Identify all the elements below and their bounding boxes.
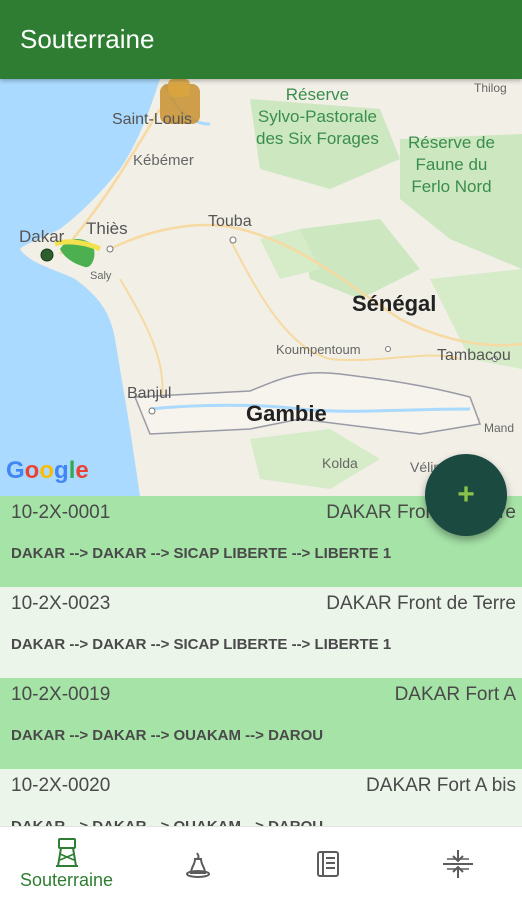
- well-row[interactable]: 10-2X-0023 DAKAR Front de Terre DAKAR --> …: [0, 587, 522, 678]
- well-row[interactable]: 10-2X-0020 DAKAR Fort A bis DAKAR --> DAKA…: [0, 769, 522, 828]
- add-icon: +: [457, 478, 475, 511]
- ledger-icon: [317, 851, 339, 877]
- well-place: DAKAR Fort A: [394, 684, 516, 705]
- map-label-senegal: Sénégal: [352, 291, 437, 316]
- well-icon: [186, 852, 210, 878]
- nav-label: Souterraine: [19, 869, 114, 890]
- well-location-path: DAKAR --> DAKAR --> SICAP LIBERTE --> LI…: [11, 545, 392, 562]
- map-view[interactable]: Saint-Louis Réserve Sylvo-Pastorale des …: [0, 79, 522, 496]
- well-row[interactable]: 10-2X-0019 DAKAR Fort A DAKAR --> DAKAR --…: [0, 678, 522, 769]
- map-label-saly: Saly: [90, 270, 112, 282]
- city-dot: [229, 236, 237, 244]
- well-code: 10-2X-0001: [11, 502, 111, 523]
- current-location-marker[interactable]: [40, 248, 54, 262]
- city-dot: [385, 346, 391, 352]
- map-label-touba: Touba: [208, 213, 252, 230]
- add-well-button[interactable]: +: [425, 454, 507, 536]
- map-label-thies: Thiès: [86, 219, 128, 238]
- map-label-mandat: Mand: [484, 421, 515, 435]
- well-code: 10-2X-0020: [11, 775, 111, 796]
- map-label-saint-louis: Saint-Louis: [112, 111, 193, 128]
- map-label-reserve-sylvo: Réserve Sylvo-Pastorale des Six Forages: [256, 85, 379, 148]
- map-label-gambie: Gambie: [246, 401, 327, 426]
- forest-area: [250, 429, 380, 489]
- google-logo-letter: o: [39, 457, 55, 484]
- well-code: 10-2X-0019: [11, 684, 111, 705]
- map-label-reserve-faune: Réserve de Faune du Ferlo Nord: [408, 133, 495, 196]
- well-place: DAKAR Front de Terre: [326, 593, 516, 614]
- water-tower-icon: [55, 837, 78, 867]
- forest-area: [300, 219, 420, 299]
- map-label-banjul: Banjul: [127, 385, 172, 402]
- well-list[interactable]: 10-2X-0001 DAKAR Front de Terre DAKAR --> …: [0, 496, 522, 828]
- city-dot: [148, 407, 156, 415]
- nav-item-compress[interactable]: [393, 827, 522, 900]
- well-cluster-marker[interactable]: [168, 79, 190, 97]
- ocean: [0, 79, 160, 496]
- well-code: 10-2X-0023: [11, 593, 111, 614]
- map-label-koumpentoum: Koumpentoum: [276, 342, 361, 357]
- nav-item-ledger[interactable]: [263, 827, 393, 900]
- google-logo: Google: [6, 457, 89, 485]
- well-location-path: DAKAR --> DAKAR --> OUAKAM --> DAROU: [11, 727, 324, 744]
- google-logo-letter: G: [6, 457, 25, 484]
- bottom-navigation: Souterraine: [0, 826, 522, 900]
- google-logo-letter: g: [54, 457, 69, 484]
- well-location-path: DAKAR --> DAKAR --> SICAP LIBERTE --> LI…: [11, 636, 392, 653]
- nav-item-well[interactable]: [133, 827, 263, 900]
- city-dot: [106, 245, 114, 253]
- google-logo-letter: o: [24, 457, 40, 484]
- map-label-thilogne: Thilog: [474, 81, 507, 95]
- app-bar: Souterraine: [0, 0, 522, 79]
- app-title: Souterraine: [20, 24, 155, 54]
- well-place: DAKAR Fort A bis: [366, 775, 516, 796]
- map-label-dakar: Dakar: [19, 227, 65, 246]
- nav-item-souterraine[interactable]: Souterraine: [0, 827, 133, 900]
- compress-icon: [442, 850, 473, 878]
- map-label-kebemer: Kébémer: [133, 152, 194, 169]
- map-label-kolda: Kolda: [322, 455, 358, 471]
- google-logo-letter: e: [75, 457, 89, 484]
- app-root: Souterraine Saint-Louis Réserve Sylvo-Pa…: [0, 0, 522, 900]
- map-label-tambacounda: Tambacou: [437, 347, 511, 364]
